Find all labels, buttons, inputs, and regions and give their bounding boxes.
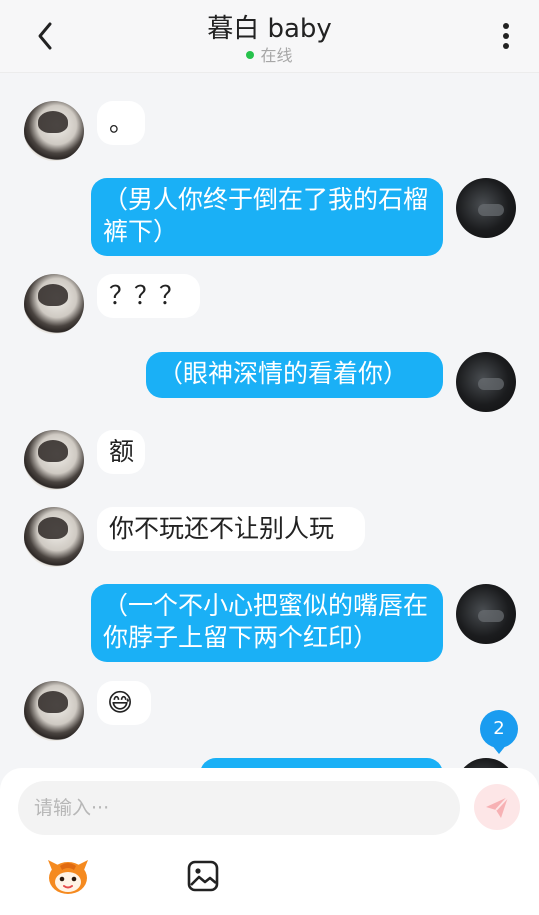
contact-avatar[interactable] xyxy=(24,430,84,490)
composer-panel xyxy=(0,768,539,915)
contact-avatar[interactable] xyxy=(24,101,84,161)
online-status: 在线 xyxy=(0,42,539,66)
incoming-message[interactable]: 你不玩还不让别人玩 xyxy=(97,507,365,551)
outgoing-message[interactable]: （男人你终于倒在了我的石榴裤下） xyxy=(91,178,443,256)
send-icon xyxy=(486,796,509,818)
chat-header: 暮白 baby 在线 xyxy=(0,0,539,73)
outgoing-message[interactable]: （一个不小心把蜜似的嘴唇在你脖子上留下两个红印） xyxy=(91,584,443,662)
outgoing-message[interactable]: （眼神深情的看着你） xyxy=(146,352,443,398)
online-status-label: 在线 xyxy=(260,46,293,65)
user-avatar[interactable] xyxy=(456,178,516,238)
image-picker-button[interactable] xyxy=(186,859,220,893)
contact-avatar[interactable] xyxy=(24,681,84,741)
user-avatar[interactable] xyxy=(456,352,516,412)
contact-avatar[interactable] xyxy=(24,274,84,334)
contact-avatar[interactable] xyxy=(24,507,84,567)
mascot-icon xyxy=(48,860,88,894)
more-options-button[interactable] xyxy=(494,20,518,52)
message-input[interactable] xyxy=(18,781,460,835)
incoming-message[interactable]: ？？？ xyxy=(97,274,200,318)
incoming-message[interactable]: 。 xyxy=(97,101,145,145)
more-vertical-icon xyxy=(503,23,509,49)
badge-pointer xyxy=(491,744,507,754)
user-avatar[interactable] xyxy=(456,584,516,644)
mascot-button[interactable] xyxy=(46,856,90,896)
incoming-message[interactable]: 😅 xyxy=(97,681,151,725)
incoming-message[interactable]: 额 xyxy=(97,430,145,474)
contact-name: 暮白 baby xyxy=(207,14,332,44)
send-button[interactable] xyxy=(474,784,520,830)
online-dot-icon xyxy=(246,50,255,59)
unread-count-badge[interactable]: 2 xyxy=(480,710,518,748)
image-icon xyxy=(187,860,219,892)
